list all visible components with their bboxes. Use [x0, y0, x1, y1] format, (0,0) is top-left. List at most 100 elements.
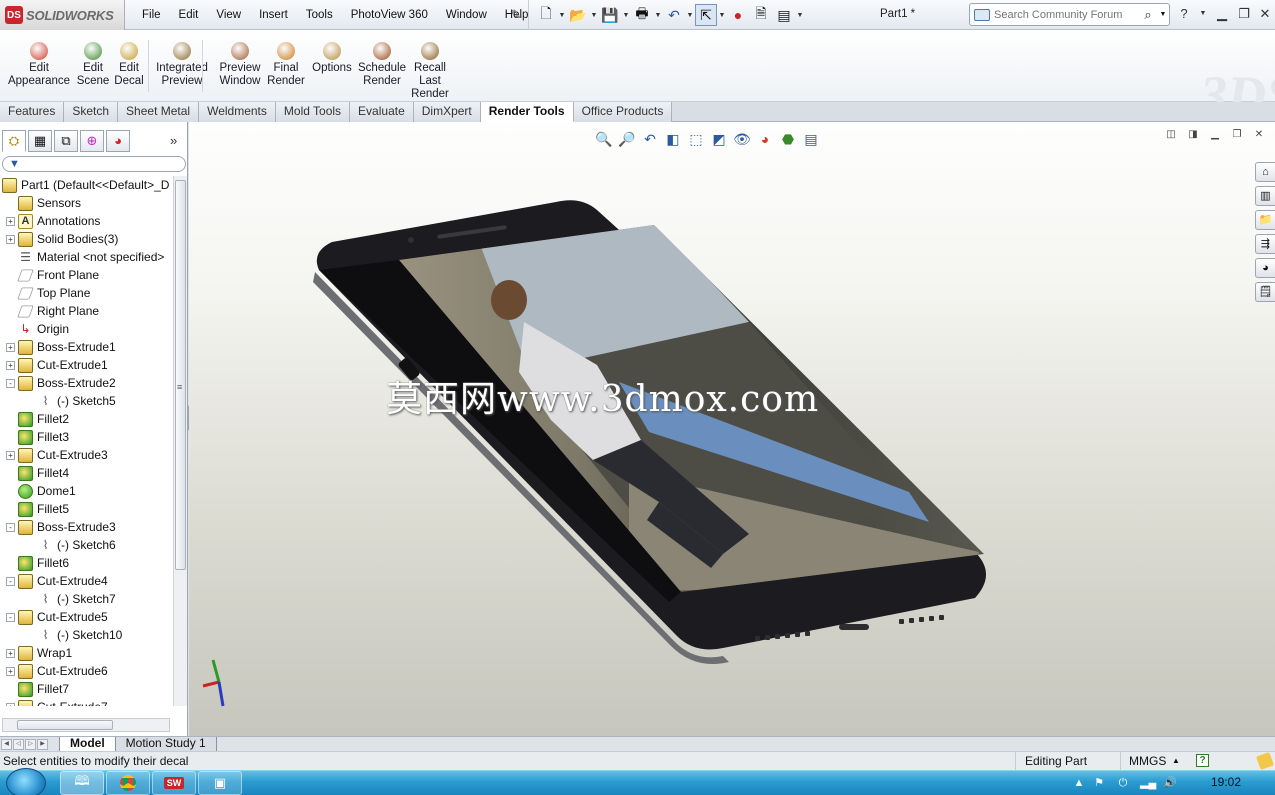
- collapse-icon[interactable]: -: [6, 522, 15, 532]
- menu-file[interactable]: File: [133, 0, 170, 30]
- solidworks-logo[interactable]: DS SOLIDWORKS: [0, 0, 125, 30]
- view-settings-icon[interactable]: ▤: [801, 129, 821, 149]
- tree-node[interactable]: - Boss-Extrude2: [0, 374, 172, 392]
- tree-node[interactable]: + Boss-Extrude1: [0, 338, 172, 356]
- new-document-icon[interactable]: 🗋: [535, 4, 557, 26]
- appearances-scenes-icon[interactable]: ◕: [1255, 258, 1275, 278]
- undo-icon[interactable]: ↶: [663, 4, 685, 26]
- select-dropdown-icon[interactable]: ▼: [718, 12, 726, 19]
- zoom-to-fit-icon[interactable]: 🔍: [594, 129, 614, 149]
- search-icon[interactable]: ⌕: [1139, 7, 1157, 23]
- search-input[interactable]: [994, 8, 1139, 21]
- graphics-area[interactable]: 莫西网www.3dmox.com 🔍 🔎 ↶ ◧ ⬚ ◩ 👁 ◕ ⬣ ▤ ◫ ◨…: [189, 122, 1275, 736]
- menu-tools[interactable]: Tools: [297, 0, 342, 30]
- minimize-window-icon[interactable]: ▁: [1213, 5, 1231, 23]
- search-dropdown-icon[interactable]: ▼: [1157, 11, 1169, 18]
- tree-node[interactable]: - Cut-Extrude4: [0, 572, 172, 590]
- dimxpert-manager-tab-icon[interactable]: ⊕: [80, 130, 104, 152]
- tree-node[interactable]: Sensors: [0, 194, 172, 212]
- action-center-flag-icon[interactable]: ⚑: [1092, 776, 1106, 790]
- network-icon[interactable]: ▂▄: [1140, 776, 1156, 790]
- solidworks-resources-icon[interactable]: ⌂: [1255, 162, 1275, 182]
- view-orientation-icon[interactable]: ⬚: [686, 129, 706, 149]
- tree-node[interactable]: + A Annotations: [0, 212, 172, 230]
- model-tab-model[interactable]: Model: [59, 736, 116, 752]
- design-library-icon[interactable]: ▥: [1255, 186, 1275, 206]
- units-dropdown-icon[interactable]: ▲: [1172, 752, 1180, 770]
- display-manager-tab-icon[interactable]: ◕: [106, 130, 130, 152]
- configuration-manager-tab-icon[interactable]: ⧉: [54, 130, 78, 152]
- tree-node[interactable]: Fillet3: [0, 428, 172, 446]
- expand-icon[interactable]: +: [6, 234, 15, 244]
- expand-icon[interactable]: +: [6, 360, 15, 370]
- feature-tree-tab-icon[interactable]: ⛭: [2, 130, 26, 152]
- tab-office-products[interactable]: Office Products: [573, 102, 673, 122]
- pin-menu-icon[interactable]: ✎: [508, 7, 524, 23]
- tree-node[interactable]: Fillet7: [0, 680, 172, 698]
- chrome-task-icon[interactable]: [106, 771, 150, 795]
- tree-node[interactable]: Part1 (Default<<Default>_D: [0, 176, 172, 194]
- tree-node[interactable]: Front Plane: [0, 266, 172, 284]
- edit-appearance-button[interactable]: Edit Appearance: [2, 42, 76, 88]
- undo-dropdown-icon[interactable]: ▼: [686, 12, 694, 19]
- menu-insert[interactable]: Insert: [250, 0, 297, 30]
- last-tab-icon[interactable]: ▶: [37, 738, 48, 750]
- first-tab-icon[interactable]: ◀: [1, 738, 12, 750]
- tree-node[interactable]: + Cut-Extrude6: [0, 662, 172, 680]
- quick-tips-icon[interactable]: ?: [1196, 754, 1209, 767]
- expand-icon[interactable]: +: [6, 450, 15, 460]
- status-units[interactable]: MMGS: [1120, 752, 1166, 770]
- horizontal-scroll-thumb[interactable]: [17, 720, 113, 730]
- tab-sheet-metal[interactable]: Sheet Metal: [118, 102, 200, 122]
- windows-start-icon[interactable]: [6, 768, 46, 795]
- print-dropdown-icon[interactable]: ▼: [654, 12, 662, 19]
- tab-features[interactable]: Features: [0, 102, 65, 122]
- section-view-icon[interactable]: ◧: [663, 129, 683, 149]
- display-style-icon[interactable]: ◩: [709, 129, 729, 149]
- tree-node[interactable]: - Cut-Extrude5: [0, 608, 172, 626]
- apply-scene-icon[interactable]: ⬣: [778, 129, 798, 149]
- tree-node[interactable]: ⌇ (-) Sketch7: [0, 590, 172, 608]
- expand-icon[interactable]: +: [6, 666, 15, 676]
- prev-tab-icon[interactable]: ◁: [13, 738, 24, 750]
- print-icon[interactable]: 🖶: [631, 4, 653, 26]
- custom-properties-icon[interactable]: 🗒: [1255, 282, 1275, 302]
- tree-node[interactable]: Fillet2: [0, 410, 172, 428]
- volume-icon[interactable]: 🔊: [1163, 776, 1177, 790]
- help-dropdown-icon[interactable]: ▼: [1194, 5, 1212, 23]
- tree-node[interactable]: ↳ Origin: [0, 320, 172, 338]
- explorer-task-icon[interactable]: ▣: [198, 771, 242, 795]
- tile-vertical-icon[interactable]: ◨: [1185, 128, 1201, 142]
- expand-icon[interactable]: +: [6, 702, 15, 706]
- solidworks-app-task-icon[interactable]: SW: [152, 771, 196, 795]
- tree-node[interactable]: ⌇ (-) Sketch10: [0, 626, 172, 644]
- tray-expand-icon[interactable]: ▲: [1072, 776, 1086, 790]
- tree-node[interactable]: + Solid Bodies(3): [0, 230, 172, 248]
- file-properties-icon[interactable]: 🗎: [750, 4, 772, 26]
- tree-node[interactable]: Fillet6: [0, 554, 172, 572]
- edit-decal-button[interactable]: Edit Decal: [106, 42, 152, 88]
- taskbar-clock[interactable]: 19:02: [1211, 775, 1241, 789]
- file-explorer-icon[interactable]: 📁: [1255, 210, 1275, 230]
- open-folder-icon[interactable]: 📂: [567, 4, 589, 26]
- menu-edit[interactable]: Edit: [170, 0, 208, 30]
- expand-tabs-icon[interactable]: »: [170, 133, 177, 148]
- close-window-icon[interactable]: ✕: [1256, 5, 1274, 23]
- new-dropdown-icon[interactable]: ▼: [558, 12, 566, 19]
- tree-node[interactable]: Fillet5: [0, 500, 172, 518]
- restore-window-icon[interactable]: ❐: [1235, 5, 1253, 23]
- next-tab-icon[interactable]: ▷: [25, 738, 36, 750]
- tree-node[interactable]: + Wrap1: [0, 644, 172, 662]
- zoom-to-area-icon[interactable]: 🔎: [617, 129, 637, 149]
- tree-node[interactable]: + Cut-Extrude3: [0, 446, 172, 464]
- search-box[interactable]: ⌕ ▼: [969, 3, 1170, 26]
- help-icon[interactable]: ?: [1175, 5, 1193, 23]
- options-icon[interactable]: ▤: [773, 4, 795, 26]
- menu-window[interactable]: Window: [437, 0, 496, 30]
- tab-weldments[interactable]: Weldments: [199, 102, 276, 122]
- edit-appearance-icon[interactable]: ◕: [755, 129, 775, 149]
- tree-node[interactable]: Fillet4: [0, 464, 172, 482]
- tree-node[interactable]: - Boss-Extrude3: [0, 518, 172, 536]
- recall-last-render-button[interactable]: Recall Last Render: [406, 42, 454, 101]
- collapse-icon[interactable]: -: [6, 378, 15, 388]
